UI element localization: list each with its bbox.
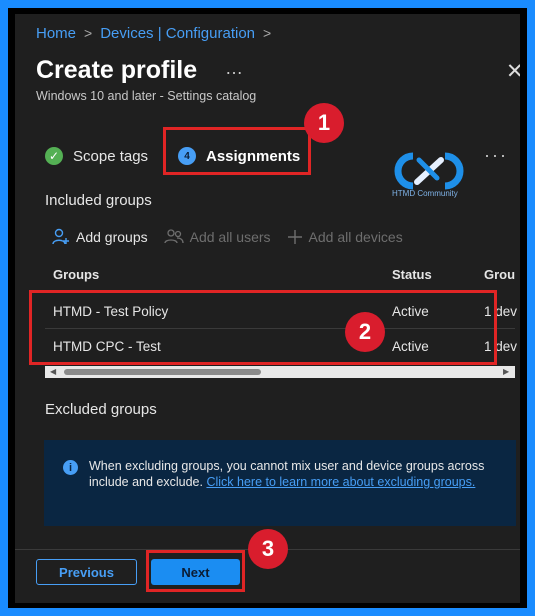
close-icon[interactable]: ✕	[506, 61, 520, 82]
callout-badge-1: 1	[304, 103, 344, 143]
included-groups-toolbar: Add groups Add all users Add all devices	[52, 228, 419, 246]
add-all-devices-label: Add all devices	[308, 229, 403, 245]
chevron-right-icon: >	[84, 25, 93, 41]
tab-scope-tags[interactable]: ✓ Scope tags	[45, 147, 148, 165]
add-all-users-button[interactable]: Add all users	[163, 228, 271, 246]
callout-box-next	[146, 550, 245, 592]
logo-caption: HTMD Community	[392, 189, 458, 198]
page-subtitle: Windows 10 and later - Settings catalog	[36, 89, 257, 103]
add-groups-label: Add groups	[76, 229, 148, 245]
add-all-users-label: Add all users	[189, 229, 271, 245]
scroll-right-icon[interactable]: ▶	[503, 367, 509, 376]
included-groups-heading: Included groups	[45, 192, 152, 209]
plus-icon	[287, 230, 302, 244]
tab-scope-tags-label: Scope tags	[73, 147, 149, 165]
breadcrumb: Home > Devices | Configuration >	[36, 25, 279, 42]
add-person-icon	[52, 228, 69, 245]
info-message: When excluding groups, you cannot mix us…	[89, 458, 504, 490]
info-icon: i	[63, 460, 78, 475]
column-header-groups[interactable]: Groups	[53, 267, 99, 282]
previous-button[interactable]: Previous	[36, 559, 137, 585]
excluded-groups-heading: Excluded groups	[45, 401, 157, 418]
callout-box-groups	[29, 290, 497, 365]
checkmark-icon: ✓	[45, 147, 63, 165]
callout-badge-3: 3	[248, 529, 288, 569]
add-groups-button[interactable]: Add groups	[52, 228, 148, 246]
column-header-status[interactable]: Status	[392, 267, 432, 282]
callout-box-assignments	[163, 127, 311, 175]
title-more-icon[interactable]: …	[225, 58, 244, 79]
people-icon	[163, 229, 184, 244]
scrollbar-thumb[interactable]	[64, 369, 261, 375]
info-banner: i When excluding groups, you cannot mix …	[44, 440, 516, 526]
column-header-group-type[interactable]: Grou	[484, 267, 515, 282]
breadcrumb-devices-configuration[interactable]: Devices | Configuration	[100, 25, 255, 42]
horizontal-scrollbar[interactable]: ◀ ▶	[45, 366, 515, 378]
scroll-left-icon[interactable]: ◀	[50, 367, 56, 376]
breadcrumb-home[interactable]: Home	[36, 25, 76, 42]
callout-badge-2: 2	[345, 312, 385, 352]
create-profile-panel: Home > Devices | Configuration > Create pro…	[15, 14, 520, 603]
learn-more-link[interactable]: Click here to learn more about excluding…	[206, 475, 475, 489]
page-title: Create profile	[36, 56, 198, 84]
chevron-right-icon: >	[263, 25, 272, 41]
more-options-icon[interactable]: ···	[484, 145, 508, 166]
add-all-devices-button[interactable]: Add all devices	[287, 229, 403, 245]
